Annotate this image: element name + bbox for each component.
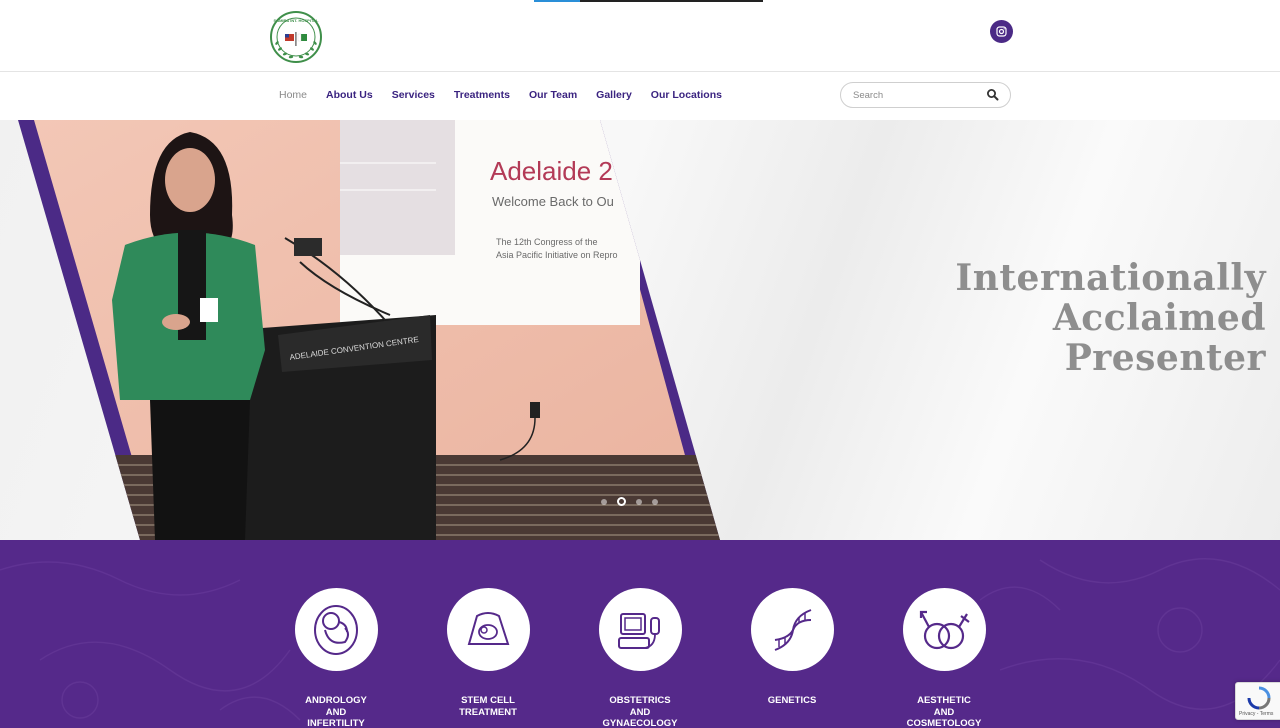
recaptcha-icon bbox=[1247, 686, 1271, 710]
search-icon[interactable] bbox=[986, 88, 1000, 102]
main-navigation: Home About Us Services Treatments Our Team Ga… bbox=[0, 72, 1280, 120]
instagram-button[interactable] bbox=[990, 20, 1013, 43]
service-circle bbox=[902, 588, 986, 671]
service-circle bbox=[446, 588, 530, 671]
headline-line: Presenter bbox=[1064, 337, 1266, 379]
svg-text:Asia Pacific Initiative on Rep: Asia Pacific Initiative on Repro bbox=[496, 250, 618, 260]
service-label: OBSTETRICS AND GYNAECOLOGY bbox=[602, 695, 678, 728]
slider-dot[interactable] bbox=[601, 498, 607, 505]
slider-dot[interactable] bbox=[652, 498, 658, 505]
service-label: ANDROLOGY AND INFERTILITY bbox=[305, 695, 367, 728]
search-box bbox=[840, 82, 1011, 108]
service-label: GENETICS bbox=[767, 695, 817, 706]
nav-our-locations[interactable]: Our Locations bbox=[651, 89, 722, 101]
top-progress-line bbox=[534, 0, 763, 2]
service-genetics[interactable]: GENETICS bbox=[742, 588, 842, 707]
service-label: STEM CELL TREATMENT bbox=[459, 695, 517, 718]
slider-dot[interactable] bbox=[636, 498, 642, 505]
fetus-icon bbox=[313, 605, 358, 655]
slider-dots bbox=[601, 497, 658, 506]
svg-text:The 12th Congress of the: The 12th Congress of the bbox=[496, 237, 598, 247]
nav-services[interactable]: Services bbox=[392, 89, 435, 101]
nav-our-team[interactable]: Our Team bbox=[529, 89, 577, 101]
service-label: AESTHETIC AND COSMETOLOGY bbox=[906, 695, 982, 728]
nav-home[interactable]: Home bbox=[279, 89, 307, 101]
hospital-logo[interactable]: SAMIRA INT. HOSPITAL bbox=[268, 10, 324, 64]
hero-slider[interactable]: Adelaide 2 Welcome Back to Ou The 12th C… bbox=[0, 120, 1280, 540]
headline-line: Acclaimed bbox=[1052, 297, 1266, 339]
instagram-icon bbox=[996, 26, 1007, 37]
services-band: ANDROLOGY AND INFERTILITY STEM CELL TREA… bbox=[0, 540, 1280, 728]
recaptcha-text: Privacy - Terms bbox=[1239, 711, 1274, 717]
headline-line: Internationally bbox=[955, 257, 1266, 299]
service-circle bbox=[598, 588, 682, 671]
service-andrology[interactable]: ANDROLOGY AND INFERTILITY bbox=[286, 588, 386, 728]
slider-dot[interactable] bbox=[617, 497, 626, 506]
monitor-probe-icon bbox=[617, 613, 660, 649]
nav-gallery[interactable]: Gallery bbox=[596, 89, 632, 101]
search-input[interactable] bbox=[853, 88, 983, 103]
service-circle bbox=[750, 588, 834, 671]
svg-text:Welcome Back to Ou: Welcome Back to Ou bbox=[492, 194, 614, 209]
ultrasound-icon bbox=[467, 612, 509, 645]
service-circle bbox=[294, 588, 378, 671]
nav-about-us[interactable]: About Us bbox=[326, 89, 373, 101]
gender-symbols-icon bbox=[919, 610, 970, 650]
service-obstetrics[interactable]: OBSTETRICS AND GYNAECOLOGY bbox=[590, 588, 690, 728]
top-header: SAMIRA INT. HOSPITAL bbox=[0, 0, 1280, 72]
svg-text:SAMIRA INT. HOSPITAL: SAMIRA INT. HOSPITAL bbox=[274, 18, 319, 23]
recaptcha-badge[interactable]: Privacy - Terms bbox=[1235, 682, 1280, 720]
hero-headline: Internationally Acclaimed Presenter bbox=[955, 258, 1266, 378]
service-stem-cell[interactable]: STEM CELL TREATMENT bbox=[438, 588, 538, 718]
nav-treatments[interactable]: Treatments bbox=[454, 89, 510, 101]
service-aesthetic[interactable]: AESTHETIC AND COSMETOLOGY bbox=[894, 588, 994, 728]
dna-icon bbox=[774, 609, 811, 651]
svg-text:Adelaide 2: Adelaide 2 bbox=[490, 156, 613, 186]
